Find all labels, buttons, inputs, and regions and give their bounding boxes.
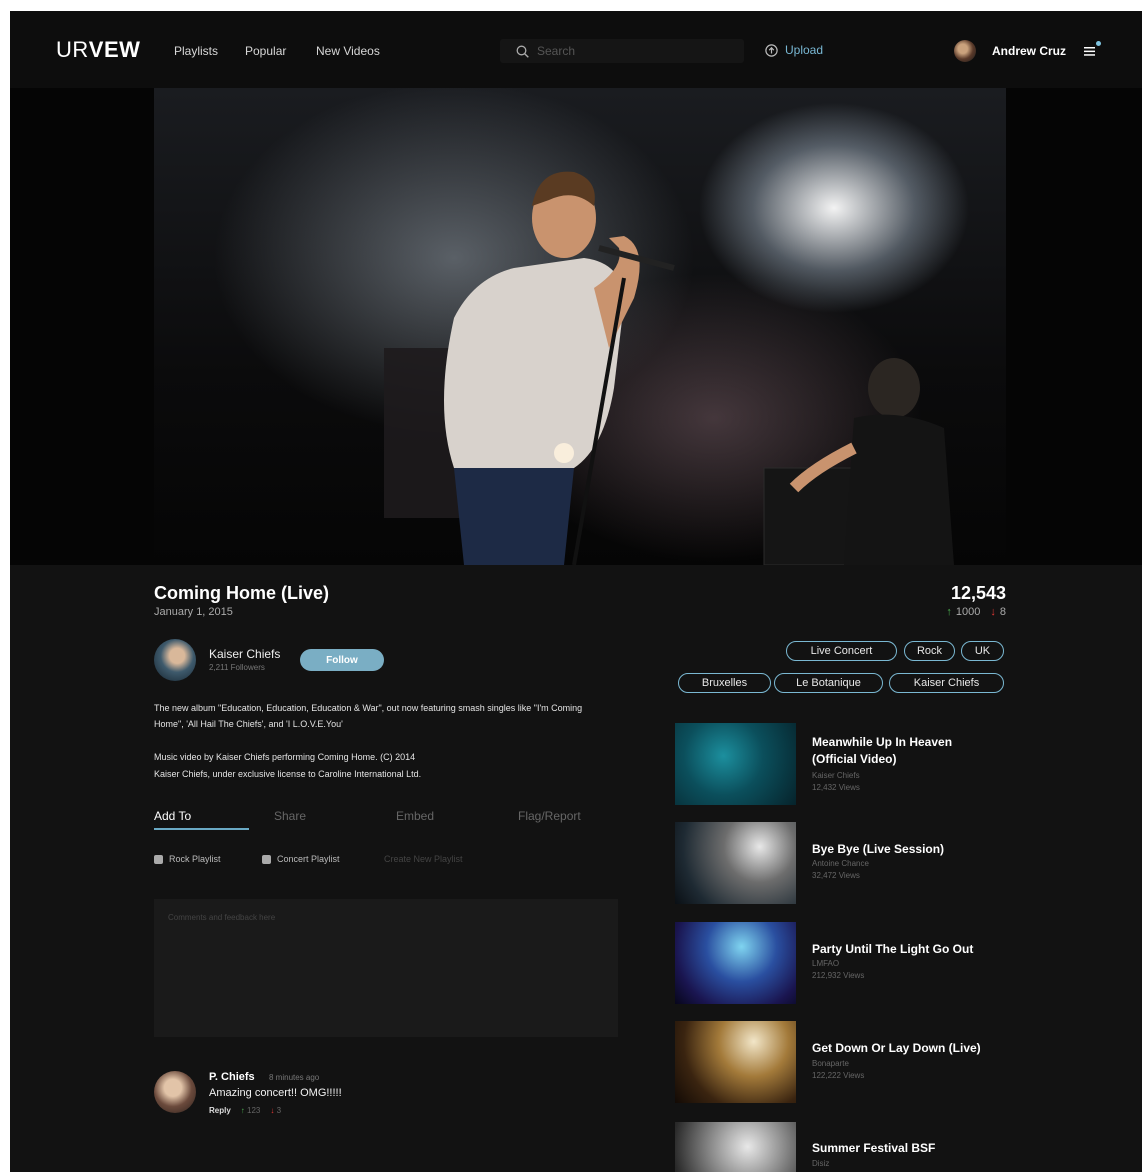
related-thumbnail-4[interactable] — [675, 1021, 796, 1103]
comment-time: 8 minutes ago — [269, 1073, 320, 1082]
related-views-2: 32,472 Views — [812, 871, 860, 880]
description-line-2a: Music video by Kaiser Chiefs performing … — [154, 752, 416, 762]
playlist-option-concert[interactable]: Concert Playlist — [262, 854, 340, 864]
logo-vew: VEW — [88, 37, 141, 62]
related-artist-5: Disiz — [812, 1159, 830, 1168]
menu-icon[interactable] — [1084, 47, 1095, 56]
video-date: January 1, 2015 — [154, 606, 233, 618]
action-tabs: Add To Share Embed Flag/Report — [154, 809, 614, 833]
related-title-4[interactable]: Get Down Or Lay Down (Live) — [812, 1040, 1002, 1057]
related-views-4: 122,222 Views — [812, 1071, 865, 1080]
upload-icon — [765, 43, 778, 57]
playlist-label: Concert Playlist — [277, 854, 340, 864]
user-name[interactable]: Andrew Cruz — [992, 44, 1066, 58]
comment-upvote-count: 123 — [247, 1106, 261, 1115]
follow-button[interactable]: Follow — [300, 649, 384, 671]
search-icon — [516, 45, 529, 58]
related-title-1-line1: Meanwhile Up In Heaven — [812, 735, 953, 749]
logo[interactable]: URVEW — [56, 37, 140, 63]
search-input[interactable]: Search — [500, 39, 744, 63]
tab-embed[interactable]: Embed — [396, 809, 434, 823]
related-thumbnail-1[interactable] — [675, 723, 796, 805]
video-frame-illustration — [384, 171, 954, 565]
description-paragraph-1: The new album "Education, Education, Edu… — [154, 703, 583, 729]
comment-input[interactable]: Comments and feedback here — [154, 899, 618, 1037]
comment-upvote[interactable]: ↑ 123 — [241, 1106, 261, 1115]
tab-share[interactable]: Share — [274, 809, 306, 823]
related-thumbnail-2[interactable] — [675, 822, 796, 904]
nav-new-videos[interactable]: New Videos — [316, 44, 380, 58]
checkbox-icon — [262, 854, 271, 864]
logo-ur: UR — [56, 37, 89, 62]
related-artist-4: Bonaparte — [812, 1059, 849, 1068]
comment-placeholder: Comments and feedback here — [168, 913, 276, 922]
upvote-arrow-icon[interactable]: ↑ — [946, 606, 952, 618]
app-frame: URVEW Playlists Popular New Videos Searc… — [10, 11, 1142, 1172]
tab-flag-report[interactable]: Flag/Report — [518, 809, 581, 823]
top-header: URVEW Playlists Popular New Videos Searc… — [10, 11, 1142, 88]
active-tab-indicator — [154, 828, 249, 830]
video-title: Coming Home (Live) — [154, 583, 330, 603]
related-artist-2: Antoine Chance — [812, 859, 869, 868]
downvote-arrow-icon[interactable]: ↓ — [990, 606, 996, 618]
related-title-2[interactable]: Bye Bye (Live Session) — [812, 841, 1002, 858]
checkbox-icon — [154, 854, 163, 864]
create-new-playlist-link[interactable]: Create New Playlist — [384, 854, 463, 864]
comment-downvote-count: 3 — [276, 1106, 282, 1115]
comment-text: Amazing concert!! OMG!!!!! — [209, 1087, 342, 1099]
tag-live-concert[interactable]: Live Concert — [786, 641, 897, 661]
channel-followers: 2,211 Followers — [209, 663, 265, 672]
commenter-name[interactable]: P. Chiefs — [209, 1071, 255, 1083]
related-views-1: 12,432 Views — [812, 783, 860, 792]
related-title-5[interactable]: Summer Festival BSF — [812, 1140, 1002, 1157]
playlist-label: Rock Playlist — [169, 854, 221, 864]
downvote-count: 8 — [999, 606, 1006, 618]
user-avatar[interactable] — [954, 40, 976, 62]
description-line-2b: Kaiser Chiefs, under exclusive license t… — [154, 769, 422, 779]
upload-label: Upload — [785, 43, 824, 57]
tag-le-botanique[interactable]: Le Botanique — [774, 673, 883, 693]
related-views-3: 212,932 Views — [812, 971, 865, 980]
tag-bruxelles[interactable]: Bruxelles — [678, 673, 771, 693]
related-artist-1: Kaiser Chiefs — [812, 771, 860, 780]
tab-add-to[interactable]: Add To — [154, 809, 191, 823]
related-thumbnail-3[interactable] — [675, 922, 796, 1004]
nav-popular[interactable]: Popular — [245, 44, 286, 58]
related-artist-3: LMFAO — [812, 959, 840, 968]
reply-button[interactable]: Reply — [209, 1106, 231, 1115]
nav-playlists[interactable]: Playlists — [174, 44, 218, 58]
tag-uk[interactable]: UK — [961, 641, 1004, 661]
playlist-option-rock[interactable]: Rock Playlist — [154, 854, 221, 864]
channel-name[interactable]: Kaiser Chiefs — [209, 647, 280, 661]
tag-kaiser-chiefs[interactable]: Kaiser Chiefs — [889, 673, 1004, 693]
video-player[interactable] — [154, 88, 1006, 565]
related-title-3[interactable]: Party Until The Light Go Out — [812, 941, 1002, 958]
channel-avatar[interactable] — [154, 639, 196, 681]
video-player-area — [10, 88, 1142, 565]
related-title-1[interactable]: Meanwhile Up In Heaven (Official Video) — [812, 734, 1002, 768]
comment-actions: Reply ↑ 123 ↓ 3 — [209, 1106, 281, 1115]
related-title-1-line2: (Official Video) — [812, 752, 897, 766]
upvote-count: 1000 — [955, 606, 981, 618]
upload-button[interactable]: Upload — [765, 43, 823, 57]
view-count: 12,543 — [950, 583, 1006, 603]
vote-summary: ↑ 1000 ↓ 8 — [946, 606, 1006, 618]
related-thumbnail-5[interactable] — [675, 1122, 796, 1172]
tag-rock[interactable]: Rock — [904, 641, 955, 661]
notification-dot — [1096, 41, 1101, 46]
comment-downvote[interactable]: ↓ 3 — [270, 1106, 281, 1115]
search-placeholder: Search — [537, 44, 576, 58]
commenter-avatar[interactable] — [154, 1071, 196, 1113]
